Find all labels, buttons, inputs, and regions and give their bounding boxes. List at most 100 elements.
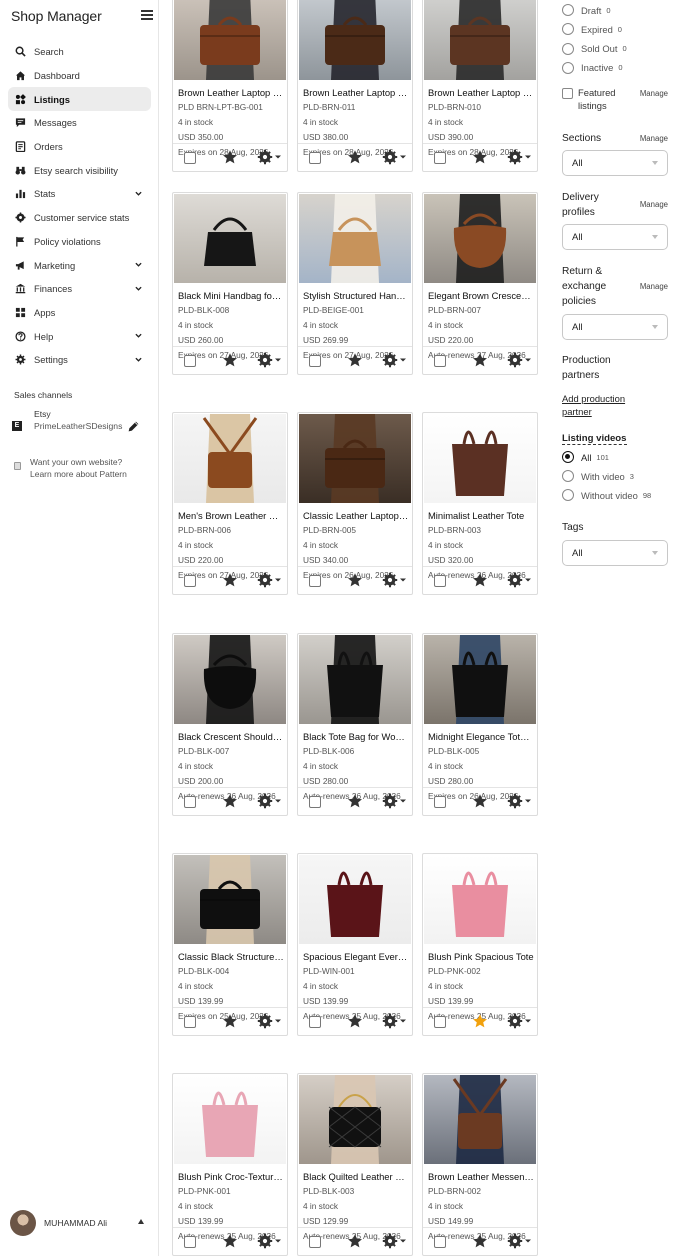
gear-menu-icon[interactable] [257,149,283,165]
sidebar-item-search[interactable]: Search [8,40,151,64]
listing-title[interactable]: Spacious Elegant Everyday Tote [303,951,409,962]
listing-image[interactable] [424,0,536,80]
listing-title[interactable]: Midnight Elegance Tote Bag [428,731,534,742]
radio-button[interactable] [562,470,574,482]
listing-select-checkbox[interactable] [309,355,321,367]
listing-title[interactable]: Black Tote Bag for Women [303,731,409,742]
listing-image[interactable] [174,0,286,80]
listing-select-checkbox[interactable] [309,1016,321,1028]
status-filter-expired[interactable]: Expired 0 [562,22,622,36]
star-icon[interactable] [347,352,363,368]
listing-title[interactable]: Men's Brown Leather Bag [178,510,284,521]
listing-title[interactable]: Black Mini Handbag for Women [178,290,284,301]
radio-button[interactable] [562,489,574,501]
listing-image[interactable] [424,194,536,283]
status-filter-draft[interactable]: Draft 0 [562,3,611,17]
listing-title[interactable]: Brown Leather Laptop Bag [303,87,409,98]
featured-manage-link[interactable]: Manage [640,89,668,98]
returns-manage-link[interactable]: Manage [640,282,668,291]
featured-listings-checkbox[interactable] [562,88,573,99]
listing-title[interactable]: Minimalist Leather Tote [428,510,534,521]
star-icon[interactable] [472,352,488,368]
listing-title[interactable]: Stylish Structured Handbag [303,290,409,301]
listing-image[interactable] [299,635,411,724]
sidebar-item-customer-service-stats[interactable]: Customer service stats [8,206,151,230]
gear-menu-icon[interactable] [507,1233,533,1249]
star-icon[interactable] [472,1233,488,1249]
listing-title[interactable]: Classic Black Structured Bag [178,951,284,962]
star-icon[interactable] [222,149,238,165]
listing-title[interactable]: Black Quilted Leather Bag [303,1171,409,1182]
gear-menu-icon[interactable] [507,572,533,588]
listing-select-checkbox[interactable] [434,1236,446,1248]
gear-menu-icon[interactable] [257,1013,283,1029]
video-filter-without-video[interactable]: Without video 98 [562,488,651,502]
sections-manage-link[interactable]: Manage [640,134,668,143]
sidebar-item-etsy-search-visibility[interactable]: Etsy search visibility [8,158,151,182]
listing-title[interactable]: Black Crescent Shoulder Bag [178,731,284,742]
star-icon[interactable] [222,1013,238,1029]
status-filter-sold-out[interactable]: Sold Out 0 [562,42,627,56]
listing-select-checkbox[interactable] [184,1016,196,1028]
sidebar-item-help[interactable]: Help [8,324,151,348]
listing-select-checkbox[interactable] [184,796,196,808]
sidebar-item-policy-violations[interactable]: Policy violations [8,230,151,254]
gear-menu-icon[interactable] [382,352,408,368]
listing-select-checkbox[interactable] [184,355,196,367]
gear-menu-icon[interactable] [382,149,408,165]
listing-image[interactable] [299,194,411,283]
star-icon[interactable] [222,572,238,588]
listing-title[interactable]: Blush Pink Spacious Tote [428,951,534,962]
listing-select-checkbox[interactable] [309,575,321,587]
listing-image[interactable] [174,414,286,503]
listing-image[interactable] [299,1075,411,1164]
listing-image[interactable] [424,1075,536,1164]
listing-select-checkbox[interactable] [434,1016,446,1028]
video-filter-all[interactable]: All 101 [562,450,609,464]
gear-menu-icon[interactable] [257,1233,283,1249]
star-icon[interactable] [347,1233,363,1249]
star-icon[interactable] [347,793,363,809]
sections-select[interactable]: All [562,150,668,176]
listing-image[interactable] [299,414,411,503]
sidebar-item-marketing[interactable]: Marketing [8,253,151,277]
listing-image[interactable] [174,1075,286,1164]
gear-menu-icon[interactable] [507,793,533,809]
sidebar-item-settings[interactable]: Settings [8,348,151,372]
pattern-promo-line2[interactable]: Learn more about Pattern [30,468,127,480]
gear-menu-icon[interactable] [382,793,408,809]
sales-channel-etsy[interactable]: E Etsy PrimeLeatherSDesigns [12,407,152,447]
listing-title[interactable]: Elegant Brown Crescent Bag [428,290,534,301]
gear-menu-icon[interactable] [507,149,533,165]
gear-menu-icon[interactable] [507,352,533,368]
star-icon[interactable] [472,572,488,588]
listing-title[interactable]: Brown Leather Laptop Bag [428,87,534,98]
sidebar-item-messages[interactable]: Messages [8,111,151,135]
sidebar-item-dashboard[interactable]: Dashboard [8,64,151,88]
gear-menu-icon[interactable] [257,352,283,368]
listing-select-checkbox[interactable] [309,796,321,808]
radio-button[interactable] [562,42,574,55]
delivery-manage-link[interactable]: Manage [640,200,668,209]
listing-title[interactable]: Classic Leather Laptop Bag [303,510,409,521]
listing-select-checkbox[interactable] [434,355,446,367]
star-icon[interactable] [347,1013,363,1029]
listing-image[interactable] [424,414,536,503]
gear-menu-icon[interactable] [382,572,408,588]
listing-title[interactable]: Brown Leather Messenger Bag [428,1171,534,1182]
video-filter-with-video[interactable]: With video 3 [562,469,634,483]
gear-menu-icon[interactable] [382,1233,408,1249]
star-icon[interactable] [347,572,363,588]
sidebar-item-listings[interactable]: Listings [8,87,151,112]
listing-select-checkbox[interactable] [309,1236,321,1248]
listing-image[interactable] [174,855,286,944]
gear-menu-icon[interactable] [382,1013,408,1029]
star-icon[interactable] [222,1233,238,1249]
star-icon[interactable] [222,352,238,368]
listing-image[interactable] [424,635,536,724]
sidebar-item-apps[interactable]: Apps [8,301,151,325]
radio-button[interactable] [562,451,574,463]
listing-title[interactable]: Brown Leather Laptop Bag [178,87,284,98]
listing-select-checkbox[interactable] [434,796,446,808]
listing-select-checkbox[interactable] [184,575,196,587]
